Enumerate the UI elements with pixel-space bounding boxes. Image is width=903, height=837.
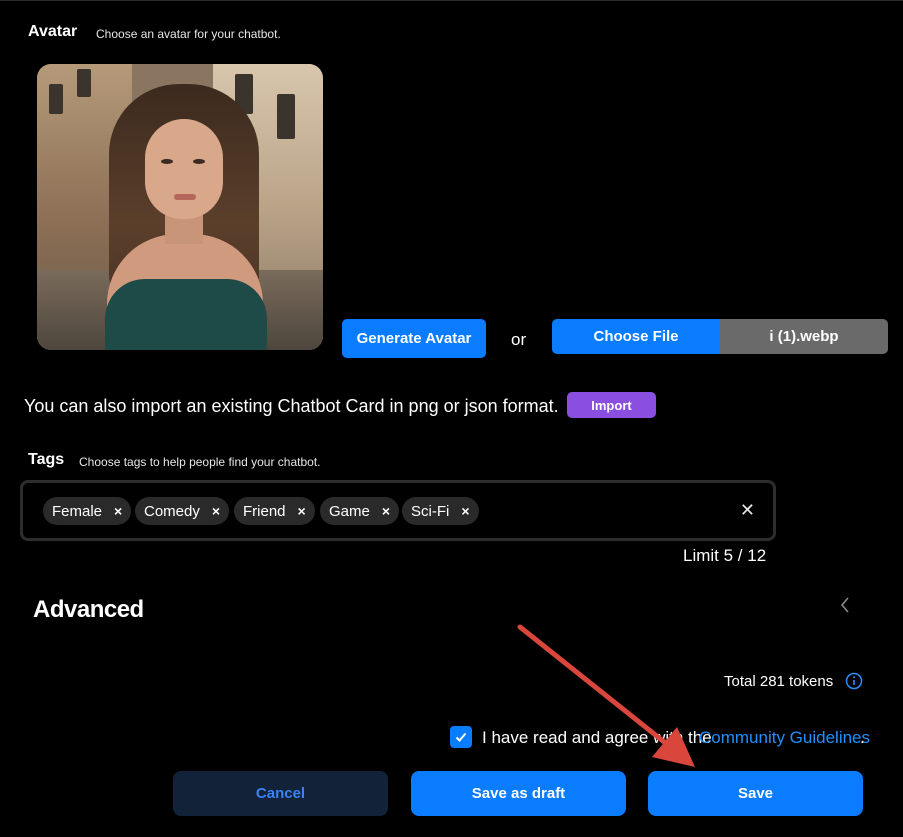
selected-file-name: i (1).webp bbox=[720, 319, 888, 354]
remove-tag-icon[interactable]: × bbox=[212, 503, 220, 519]
avatar-section-hint: Choose an avatar for your chatbot. bbox=[96, 27, 281, 41]
tag-chip-game: Game × bbox=[320, 497, 400, 525]
agree-text: I have read and agree with the bbox=[482, 728, 712, 747]
tag-chip-label: Friend bbox=[243, 502, 286, 520]
info-icon[interactable] bbox=[845, 672, 863, 690]
avatar-section-title: Avatar bbox=[28, 23, 78, 40]
clear-tags-icon[interactable]: ✕ bbox=[740, 500, 755, 521]
remove-tag-icon[interactable]: × bbox=[382, 503, 390, 519]
tag-chip-friend: Friend × bbox=[234, 497, 315, 525]
agree-period: . bbox=[860, 728, 865, 747]
tag-chip-female: Female × bbox=[43, 497, 132, 525]
or-label: or bbox=[511, 330, 527, 349]
cancel-button[interactable]: Cancel bbox=[173, 771, 388, 816]
advanced-section-title[interactable]: Advanced bbox=[33, 596, 144, 624]
check-icon bbox=[455, 732, 467, 742]
avatar-window bbox=[277, 94, 295, 139]
agree-checkbox[interactable] bbox=[450, 726, 472, 748]
avatar-window bbox=[49, 84, 63, 114]
chevron-left-icon[interactable] bbox=[836, 595, 856, 615]
avatar-eye bbox=[161, 159, 173, 164]
token-count: Total 281 tokens bbox=[724, 673, 834, 690]
tag-chip-comedy: Comedy × bbox=[135, 497, 230, 525]
remove-tag-icon[interactable]: × bbox=[298, 503, 306, 519]
avatar-eye bbox=[193, 159, 205, 164]
tag-chip-label: Female bbox=[52, 502, 103, 520]
tag-chip-label: Game bbox=[329, 502, 370, 520]
save-button[interactable]: Save bbox=[648, 771, 863, 816]
tag-chip-label: Sci-Fi bbox=[411, 502, 450, 520]
remove-tag-icon[interactable]: × bbox=[461, 503, 469, 519]
avatar-face bbox=[145, 119, 223, 219]
avatar-image bbox=[37, 64, 323, 350]
tag-chip-label: Comedy bbox=[144, 502, 200, 520]
avatar-window bbox=[77, 69, 91, 97]
tags-section-hint: Choose tags to help people find your cha… bbox=[79, 455, 321, 469]
tag-chip-sci-fi: Sci-Fi × bbox=[402, 497, 479, 525]
generate-avatar-button[interactable]: Generate Avatar bbox=[342, 319, 486, 358]
save-draft-button[interactable]: Save as draft bbox=[411, 771, 626, 816]
import-description: You can also import an existing Chatbot … bbox=[24, 396, 559, 416]
community-guidelines-link[interactable]: Community Guidelines bbox=[699, 728, 870, 748]
avatar-lip bbox=[174, 194, 196, 200]
avatar-top bbox=[105, 279, 267, 350]
tags-input[interactable]: Female × Comedy × Friend × Game × Sci-Fi… bbox=[20, 480, 776, 541]
file-input[interactable]: Choose File i (1).webp bbox=[552, 319, 888, 354]
import-button[interactable]: Import bbox=[567, 392, 656, 418]
tags-section-title: Tags bbox=[28, 451, 65, 468]
choose-file-button[interactable]: Choose File bbox=[552, 319, 720, 354]
top-divider bbox=[0, 0, 903, 1]
tags-limit: Limit 5 / 12 bbox=[683, 546, 767, 565]
remove-tag-icon[interactable]: × bbox=[114, 503, 122, 519]
